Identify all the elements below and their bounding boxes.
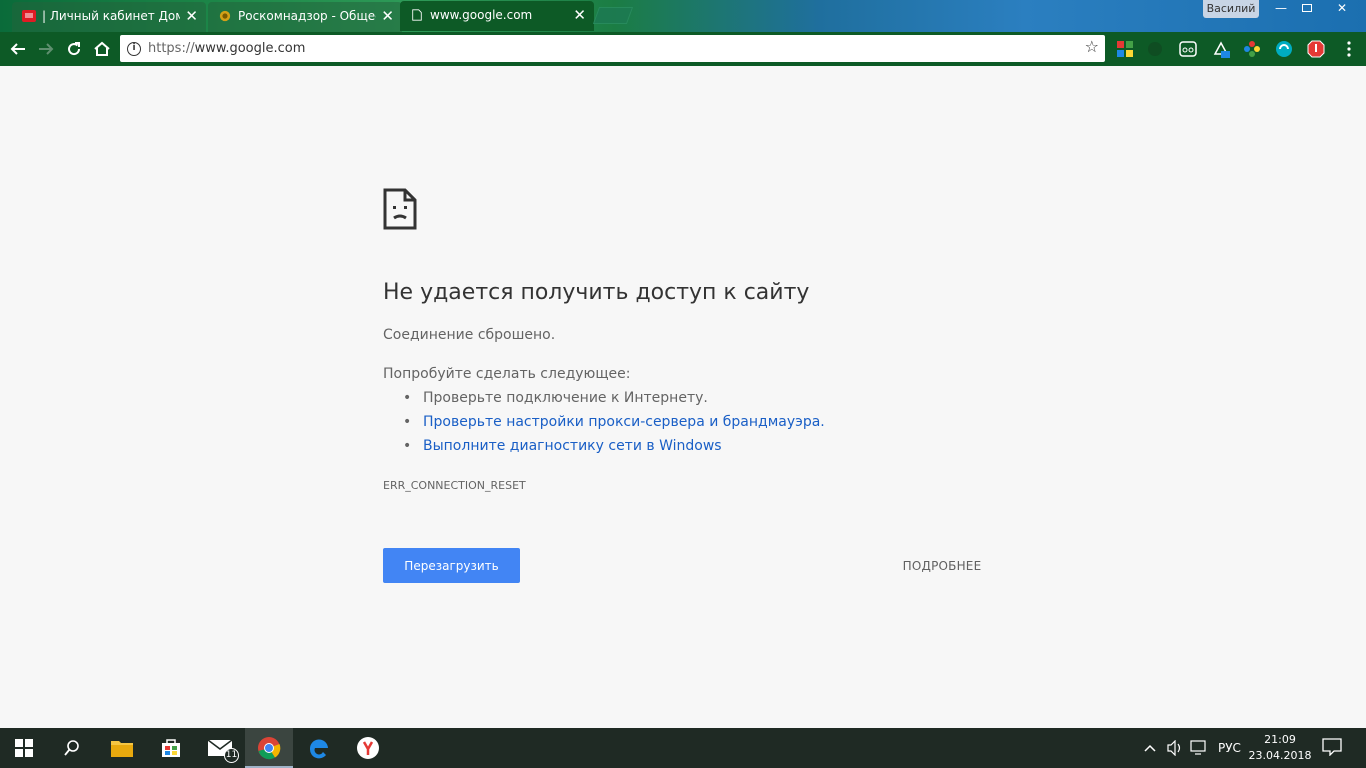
extension-flower-icon[interactable] bbox=[1243, 40, 1261, 58]
close-icon[interactable]: ✕ bbox=[185, 2, 198, 30]
close-icon[interactable]: ✕ bbox=[573, 1, 586, 29]
search-button[interactable] bbox=[48, 728, 96, 768]
edge-button[interactable] bbox=[295, 728, 343, 768]
network-icon[interactable] bbox=[1190, 740, 1208, 756]
suggestions-list: Проверьте подключение к Интернету. Прове… bbox=[403, 388, 825, 460]
chrome-taskbar-button[interactable] bbox=[245, 728, 293, 768]
restore-icon bbox=[1302, 4, 1312, 12]
start-button[interactable] bbox=[0, 728, 48, 768]
tab-lichny-kabinet[interactable]: | Личный кабинет Дом ✕ bbox=[12, 2, 206, 32]
extension-sync-icon[interactable] bbox=[1275, 40, 1293, 58]
close-window-button[interactable]: ✕ bbox=[1320, 0, 1364, 18]
restore-button[interactable] bbox=[1294, 0, 1320, 18]
red-flag-icon bbox=[22, 10, 36, 22]
file-explorer-button[interactable] bbox=[98, 728, 146, 768]
extension-off-icon[interactable] bbox=[1212, 40, 1230, 58]
proxy-settings-link[interactable]: Проверьте настройки прокси-сервера и бра… bbox=[423, 414, 825, 430]
volume-icon[interactable] bbox=[1166, 740, 1184, 756]
more-vertical-icon bbox=[1347, 41, 1351, 57]
store-icon bbox=[162, 739, 180, 757]
list-item: Выполните диагностику сети в Windows bbox=[403, 436, 825, 460]
reload-toolbar-button[interactable] bbox=[62, 37, 86, 61]
clock[interactable]: 21:09 23.04.2018 bbox=[1248, 732, 1312, 764]
mail-badge: 11 bbox=[224, 748, 239, 763]
reload-icon bbox=[68, 42, 81, 56]
extension-grid-icon[interactable] bbox=[1116, 40, 1134, 58]
tab-title: Роскомнадзор - Общес bbox=[238, 9, 376, 23]
error-heading: Не удается получить доступ к сайту bbox=[383, 280, 810, 305]
list-item: Проверьте настройки прокси-сервера и бра… bbox=[403, 412, 825, 436]
home-icon bbox=[94, 41, 110, 56]
arrow-right-icon bbox=[39, 43, 54, 55]
tab-title: www.google.com bbox=[430, 8, 533, 22]
tab-title: | Личный кабинет Дом bbox=[42, 9, 180, 23]
profile-button[interactable]: Василий bbox=[1203, 0, 1259, 18]
notification-icon[interactable] bbox=[1322, 738, 1342, 756]
page-icon bbox=[412, 9, 422, 21]
suggestions-title: Попробуйте сделать следующее: bbox=[383, 366, 631, 382]
details-button[interactable]: ПОДРОБНЕЕ bbox=[890, 548, 994, 583]
yandex-browser-button[interactable] bbox=[344, 728, 392, 768]
network-diagnostics-link[interactable]: Выполните диагностику сети в Windows bbox=[423, 438, 722, 454]
arrow-left-icon bbox=[10, 43, 25, 55]
list-item: Проверьте подключение к Интернету. bbox=[403, 388, 825, 412]
chrome-icon bbox=[258, 737, 281, 760]
error-code: ERR_CONNECTION_RESET bbox=[383, 479, 526, 492]
bookmark-star-icon[interactable]: ☆ bbox=[1085, 37, 1099, 56]
title-bar: | Личный кабинет Дом ✕ Роскомнадзор - Об… bbox=[0, 0, 1366, 32]
extension-leaf-icon[interactable] bbox=[1146, 40, 1164, 58]
edge-icon bbox=[309, 739, 328, 759]
error-page: Не удается получить доступ к сайту Соеди… bbox=[0, 66, 1366, 728]
sad-page-icon bbox=[383, 188, 417, 230]
clock-date: 23.04.2018 bbox=[1248, 749, 1312, 762]
store-button[interactable] bbox=[147, 728, 195, 768]
home-button[interactable] bbox=[90, 37, 114, 61]
minimize-button[interactable]: — bbox=[1268, 0, 1294, 18]
address-bar[interactable]: i https://www.google.com ☆ bbox=[120, 35, 1105, 62]
info-icon[interactable]: i bbox=[127, 42, 141, 56]
language-indicator[interactable]: РУС bbox=[1218, 728, 1241, 768]
back-button[interactable] bbox=[6, 37, 30, 61]
chevron-up-icon[interactable] bbox=[1144, 743, 1156, 753]
new-tab-button[interactable] bbox=[592, 7, 634, 24]
emblem-icon bbox=[219, 10, 231, 22]
tab-google[interactable]: www.google.com ✕ bbox=[400, 1, 594, 31]
folder-icon bbox=[111, 741, 133, 757]
extension-glasses-icon[interactable] bbox=[1179, 40, 1197, 58]
forward-button[interactable] bbox=[34, 37, 58, 61]
yandex-icon bbox=[357, 737, 379, 759]
tab-roskomnadzor[interactable]: Роскомнадзор - Общес ✕ bbox=[208, 2, 402, 32]
adblock-icon[interactable] bbox=[1307, 40, 1325, 58]
windows-icon bbox=[15, 739, 33, 757]
error-subtitle: Соединение сброшено. bbox=[383, 327, 556, 343]
reload-button[interactable]: Перезагрузить bbox=[383, 548, 520, 583]
browser-toolbar: i https://www.google.com ☆ bbox=[0, 32, 1366, 66]
search-icon bbox=[64, 740, 79, 756]
clock-time: 21:09 bbox=[1264, 733, 1296, 746]
mail-button[interactable]: 11 bbox=[196, 728, 244, 768]
url-text[interactable]: https://www.google.com bbox=[148, 35, 305, 62]
close-icon[interactable]: ✕ bbox=[381, 2, 394, 30]
taskbar: 11 РУС 21:09 23.04.2018 bbox=[0, 728, 1366, 768]
menu-button[interactable] bbox=[1337, 37, 1361, 61]
